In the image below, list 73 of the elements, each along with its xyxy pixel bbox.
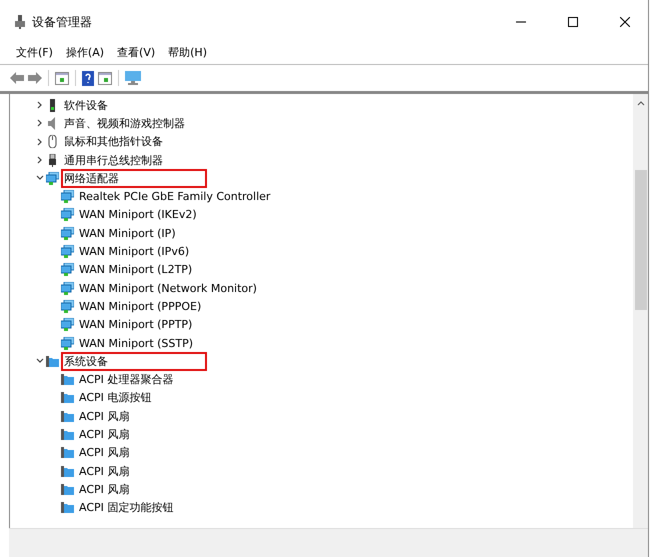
menu-item[interactable]: 文件(F) <box>16 44 53 60</box>
close-icon <box>620 17 630 27</box>
device-item[interactable]: ACPI 处理器聚合器 <box>77 371 176 388</box>
device-item[interactable]: WAN Miniport (IPv6) <box>77 244 192 260</box>
device-item[interactable]: WAN Miniport (PPTP) <box>77 317 194 332</box>
maximize-icon <box>568 17 578 27</box>
usb-icon <box>46 154 59 167</box>
mouse-icon <box>46 135 59 148</box>
device-item[interactable]: WAN Miniport (PPPOE) <box>77 298 204 314</box>
device-item[interactable]: ACPI 固定功能按钮 <box>77 499 176 516</box>
device-item[interactable]: WAN Miniport (L2TP) <box>77 262 194 278</box>
device-item[interactable]: WAN Miniport (Network Monitor) <box>77 280 259 296</box>
folder-computer-icon <box>61 410 74 423</box>
device-item[interactable]: ACPI 风扇 <box>77 462 132 480</box>
chevron-right-icon[interactable] <box>36 156 44 164</box>
device-category[interactable]: 鼠标和其他指针设备 <box>62 133 165 150</box>
menu-item[interactable]: 查看(V) <box>117 44 156 60</box>
chevron-down-icon[interactable] <box>36 174 44 182</box>
folder-computer-icon <box>61 482 74 496</box>
window-title: 设备管理器 <box>32 14 93 30</box>
device-category[interactable]: 网络适配器 <box>62 170 206 187</box>
folder-computer-icon <box>61 428 74 441</box>
action-pane-button[interactable] <box>98 72 112 84</box>
folder-computer-icon <box>61 373 74 386</box>
window-pane-icon <box>98 72 112 84</box>
chevron-down-icon[interactable] <box>36 357 44 366</box>
chevron-right-icon[interactable] <box>36 119 44 128</box>
folder-computer-icon <box>61 501 74 514</box>
network-adapter-icon <box>61 263 74 276</box>
monitor-icon <box>125 71 141 85</box>
device-item[interactable]: ACPI 电源按钮 <box>77 389 154 406</box>
device-item[interactable]: ACPI 风扇 <box>77 426 132 443</box>
device-item[interactable]: WAN Miniport (SSTP) <box>77 336 196 350</box>
network-adapter-icon <box>61 282 74 295</box>
chevron-right-icon[interactable] <box>36 138 44 146</box>
arrow-right-icon <box>28 72 42 84</box>
network-adapter-icon <box>61 336 74 350</box>
device-category[interactable]: 声音、视频和游戏控制器 <box>62 114 187 132</box>
network-adapter-icon <box>61 245 74 258</box>
device-item[interactable]: ACPI 风扇 <box>77 480 132 498</box>
help-button[interactable] <box>82 70 94 86</box>
network-adapter-icon <box>46 172 59 185</box>
network-adapter-icon <box>61 190 74 204</box>
menu-item[interactable]: 操作(A) <box>66 44 104 60</box>
device-category[interactable]: 软件设备 <box>62 96 110 114</box>
device-item[interactable]: WAN Miniport (IP) <box>77 226 178 241</box>
folder-computer-icon <box>46 354 59 368</box>
help-book-icon <box>82 70 94 86</box>
arrow-left-icon <box>10 72 24 84</box>
device-item[interactable]: ACPI 风扇 <box>77 444 132 462</box>
folder-computer-icon <box>61 391 74 404</box>
scroll-thumb[interactable] <box>634 170 646 310</box>
device-item[interactable]: WAN Miniport (IKEv2) <box>77 207 199 222</box>
network-adapter-icon <box>61 226 74 240</box>
network-adapter-icon <box>61 300 74 313</box>
device-item[interactable]: ACPI 风扇 <box>77 408 132 425</box>
menu-item[interactable]: 帮助(H) <box>168 44 207 60</box>
device-item[interactable]: Realtek PCIe GbE Family Controller <box>77 189 272 204</box>
forward-button[interactable] <box>28 72 42 84</box>
scroll-up-icon[interactable] <box>636 100 644 106</box>
console-tree-button[interactable] <box>55 72 69 84</box>
network-adapter-icon <box>61 318 74 332</box>
back-button[interactable] <box>10 72 24 84</box>
folder-computer-icon <box>61 446 74 460</box>
device-category[interactable]: 系统设备 <box>62 352 206 370</box>
folder-computer-icon <box>61 464 74 478</box>
device-category[interactable]: 通用串行总线控制器 <box>62 152 165 169</box>
app-icon <box>14 15 26 29</box>
network-adapter-icon <box>61 208 74 222</box>
chevron-right-icon[interactable] <box>36 101 44 110</box>
window-pane-icon <box>55 72 69 84</box>
monitor-button[interactable] <box>125 71 141 85</box>
scrollbar[interactable] <box>633 94 648 528</box>
